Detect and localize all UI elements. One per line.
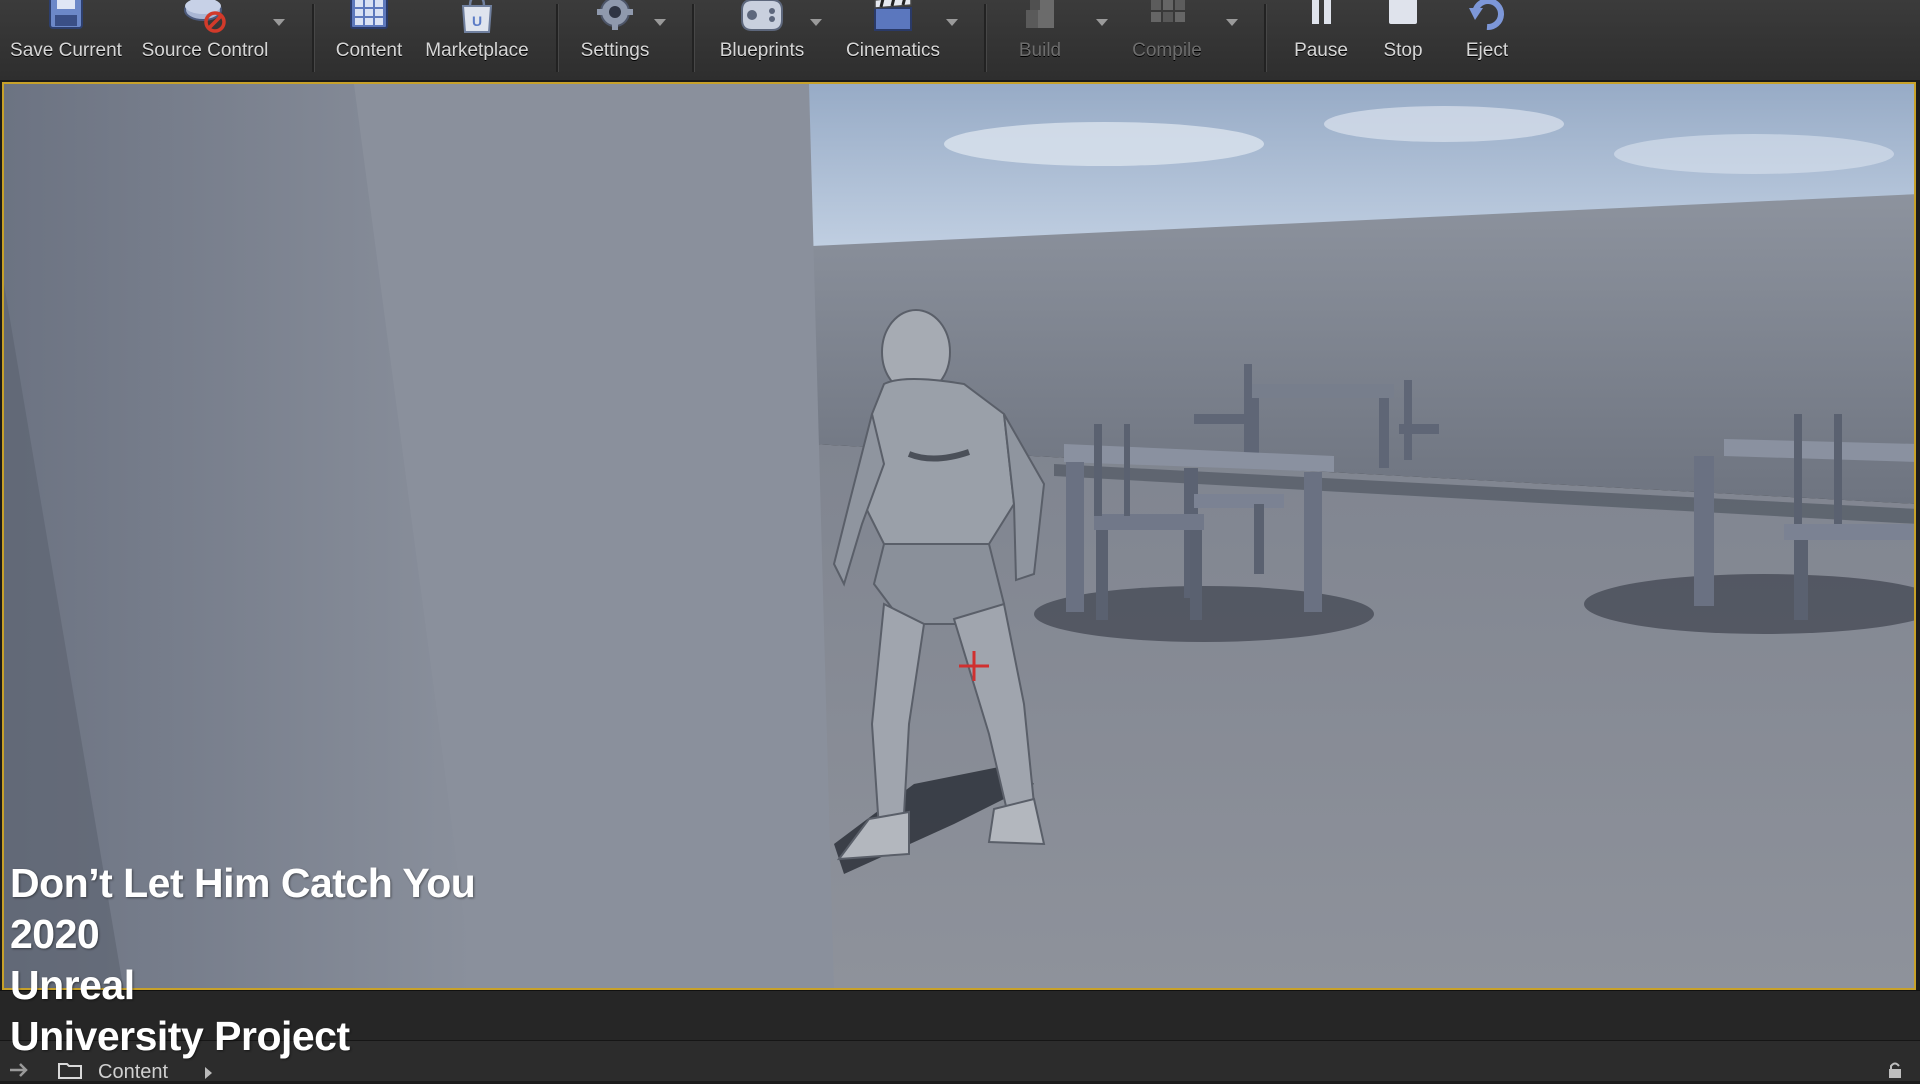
path-caret-icon[interactable] [205,1067,212,1079]
blueprints-icon [741,0,783,31]
build-button[interactable]: Build [1004,0,1076,80]
cinematics-button[interactable]: Cinematics [838,0,948,80]
cinematics-dropdown[interactable] [944,16,960,30]
caption-engine: Unreal [10,962,135,1008]
toolbar-separator [1264,4,1267,72]
main-toolbar: Save Current Source Control Content U Ma… [0,0,1920,82]
folder-icon [58,1063,82,1079]
settings-icon [597,0,633,30]
compile-icon [1151,0,1185,22]
game-scene [4,84,1914,988]
build-icon [1026,0,1054,28]
history-back-icon[interactable] [8,1059,30,1081]
save-icon [49,0,83,29]
video-caption: Don’t Let Him Catch You 2020 Unreal Univ… [10,858,476,1062]
stop-button[interactable]: Stop [1372,0,1434,80]
toolbar-separator [692,4,695,72]
toolbar-separator [984,4,987,72]
blueprints-dropdown[interactable] [808,16,824,30]
settings-button[interactable]: Settings [574,0,656,80]
cinematics-icon [874,0,912,31]
caption-project-type: University Project [10,1013,350,1059]
level-viewport[interactable] [2,82,1916,990]
compile-button[interactable]: Compile [1126,0,1208,80]
content-path-label[interactable]: Content [98,1061,168,1084]
source-control-dropdown[interactable] [271,16,287,30]
svg-text:U: U [472,13,482,29]
caption-title: Don’t Let Him Catch You [10,860,476,906]
source-control-icon [184,0,226,33]
content-button[interactable]: Content [330,0,408,80]
pause-button[interactable]: Pause [1288,0,1354,80]
marketplace-icon: U [461,0,493,33]
caption-year: 2020 [10,911,100,957]
toolbar-separator [556,4,559,72]
save-current-button[interactable]: Save Current [8,0,124,80]
content-icon [350,0,388,29]
compile-dropdown[interactable] [1224,16,1240,30]
settings-dropdown[interactable] [652,16,668,30]
pause-icon [1312,0,1331,24]
blueprints-button[interactable]: Blueprints [710,0,814,80]
marketplace-button[interactable]: U Marketplace [420,0,534,80]
eject-button[interactable]: Eject [1452,0,1522,80]
stop-icon [1389,0,1417,24]
eject-icon [1469,0,1504,31]
toolbar-separator [312,4,315,72]
build-dropdown[interactable] [1094,16,1110,30]
lock-icon[interactable] [1886,1061,1904,1079]
source-control-button[interactable]: Source Control [138,0,272,80]
